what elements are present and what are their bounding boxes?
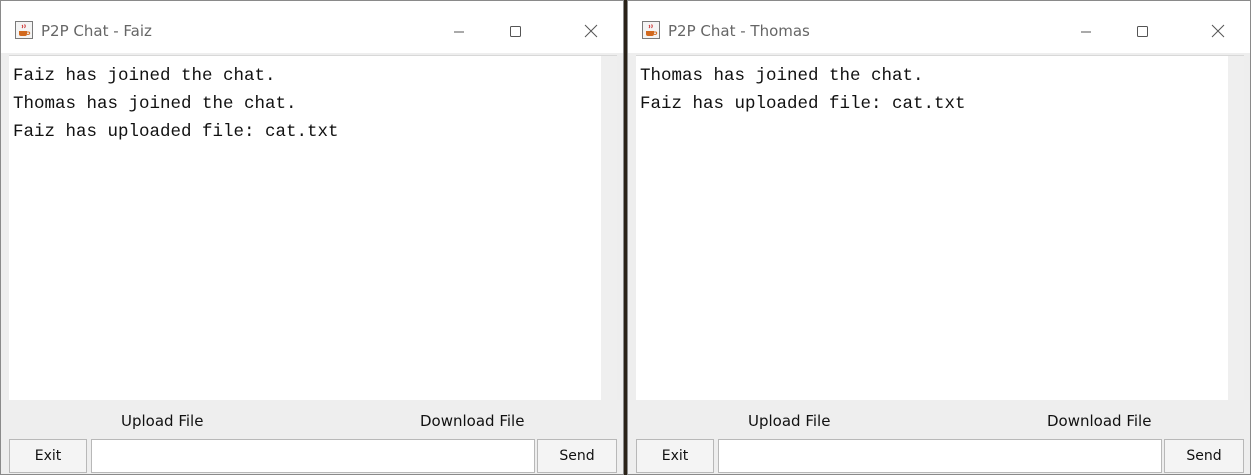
chat-message: Faiz has uploaded file: cat.txt <box>13 122 339 142</box>
message-list: Faiz has joined the chat. Thomas has joi… <box>13 62 597 146</box>
download-file-button[interactable]: Download File <box>1047 411 1151 431</box>
scrollbar[interactable] <box>601 56 617 400</box>
scrollbar[interactable] <box>1228 56 1244 400</box>
chat-message: Thomas has joined the chat. <box>13 94 297 114</box>
chat-window-faiz: P2P Chat - Faiz Faiz has joined the chat… <box>0 0 624 475</box>
chat-message: Faiz has uploaded file: cat.txt <box>640 94 966 114</box>
window-title: P2P Chat - Faiz <box>41 22 152 40</box>
chat-log[interactable]: Faiz has joined the chat. Thomas has joi… <box>9 55 617 400</box>
chat-log[interactable]: Thomas has joined the chat. Faiz has upl… <box>636 55 1244 400</box>
exit-button[interactable]: Exit <box>9 439 87 473</box>
java-coffee-cup-icon <box>15 21 33 39</box>
minimize-icon[interactable] <box>437 15 481 47</box>
close-icon[interactable] <box>569 15 613 47</box>
download-file-button[interactable]: Download File <box>420 411 524 431</box>
chat-message: Thomas has joined the chat. <box>640 66 924 86</box>
exit-button[interactable]: Exit <box>636 439 714 473</box>
maximize-icon[interactable] <box>1120 15 1164 47</box>
title-bar[interactable]: P2P Chat - Thomas <box>628 1 1250 53</box>
minimize-icon[interactable] <box>1064 15 1108 47</box>
send-button[interactable]: Send <box>537 439 617 473</box>
send-button[interactable]: Send <box>1164 439 1244 473</box>
close-icon[interactable] <box>1196 15 1240 47</box>
chat-window-thomas: P2P Chat - Thomas Thomas has joined the … <box>627 0 1251 475</box>
window-title: P2P Chat - Thomas <box>668 22 810 40</box>
upload-file-button[interactable]: Upload File <box>748 411 830 431</box>
message-list: Thomas has joined the chat. Faiz has upl… <box>640 62 1224 118</box>
upload-file-button[interactable]: Upload File <box>121 411 203 431</box>
title-bar[interactable]: P2P Chat - Faiz <box>1 1 623 53</box>
java-coffee-cup-icon <box>642 21 660 39</box>
chat-message: Faiz has joined the chat. <box>13 66 276 86</box>
maximize-icon[interactable] <box>493 15 537 47</box>
message-input[interactable] <box>718 439 1162 473</box>
message-input[interactable] <box>91 439 535 473</box>
